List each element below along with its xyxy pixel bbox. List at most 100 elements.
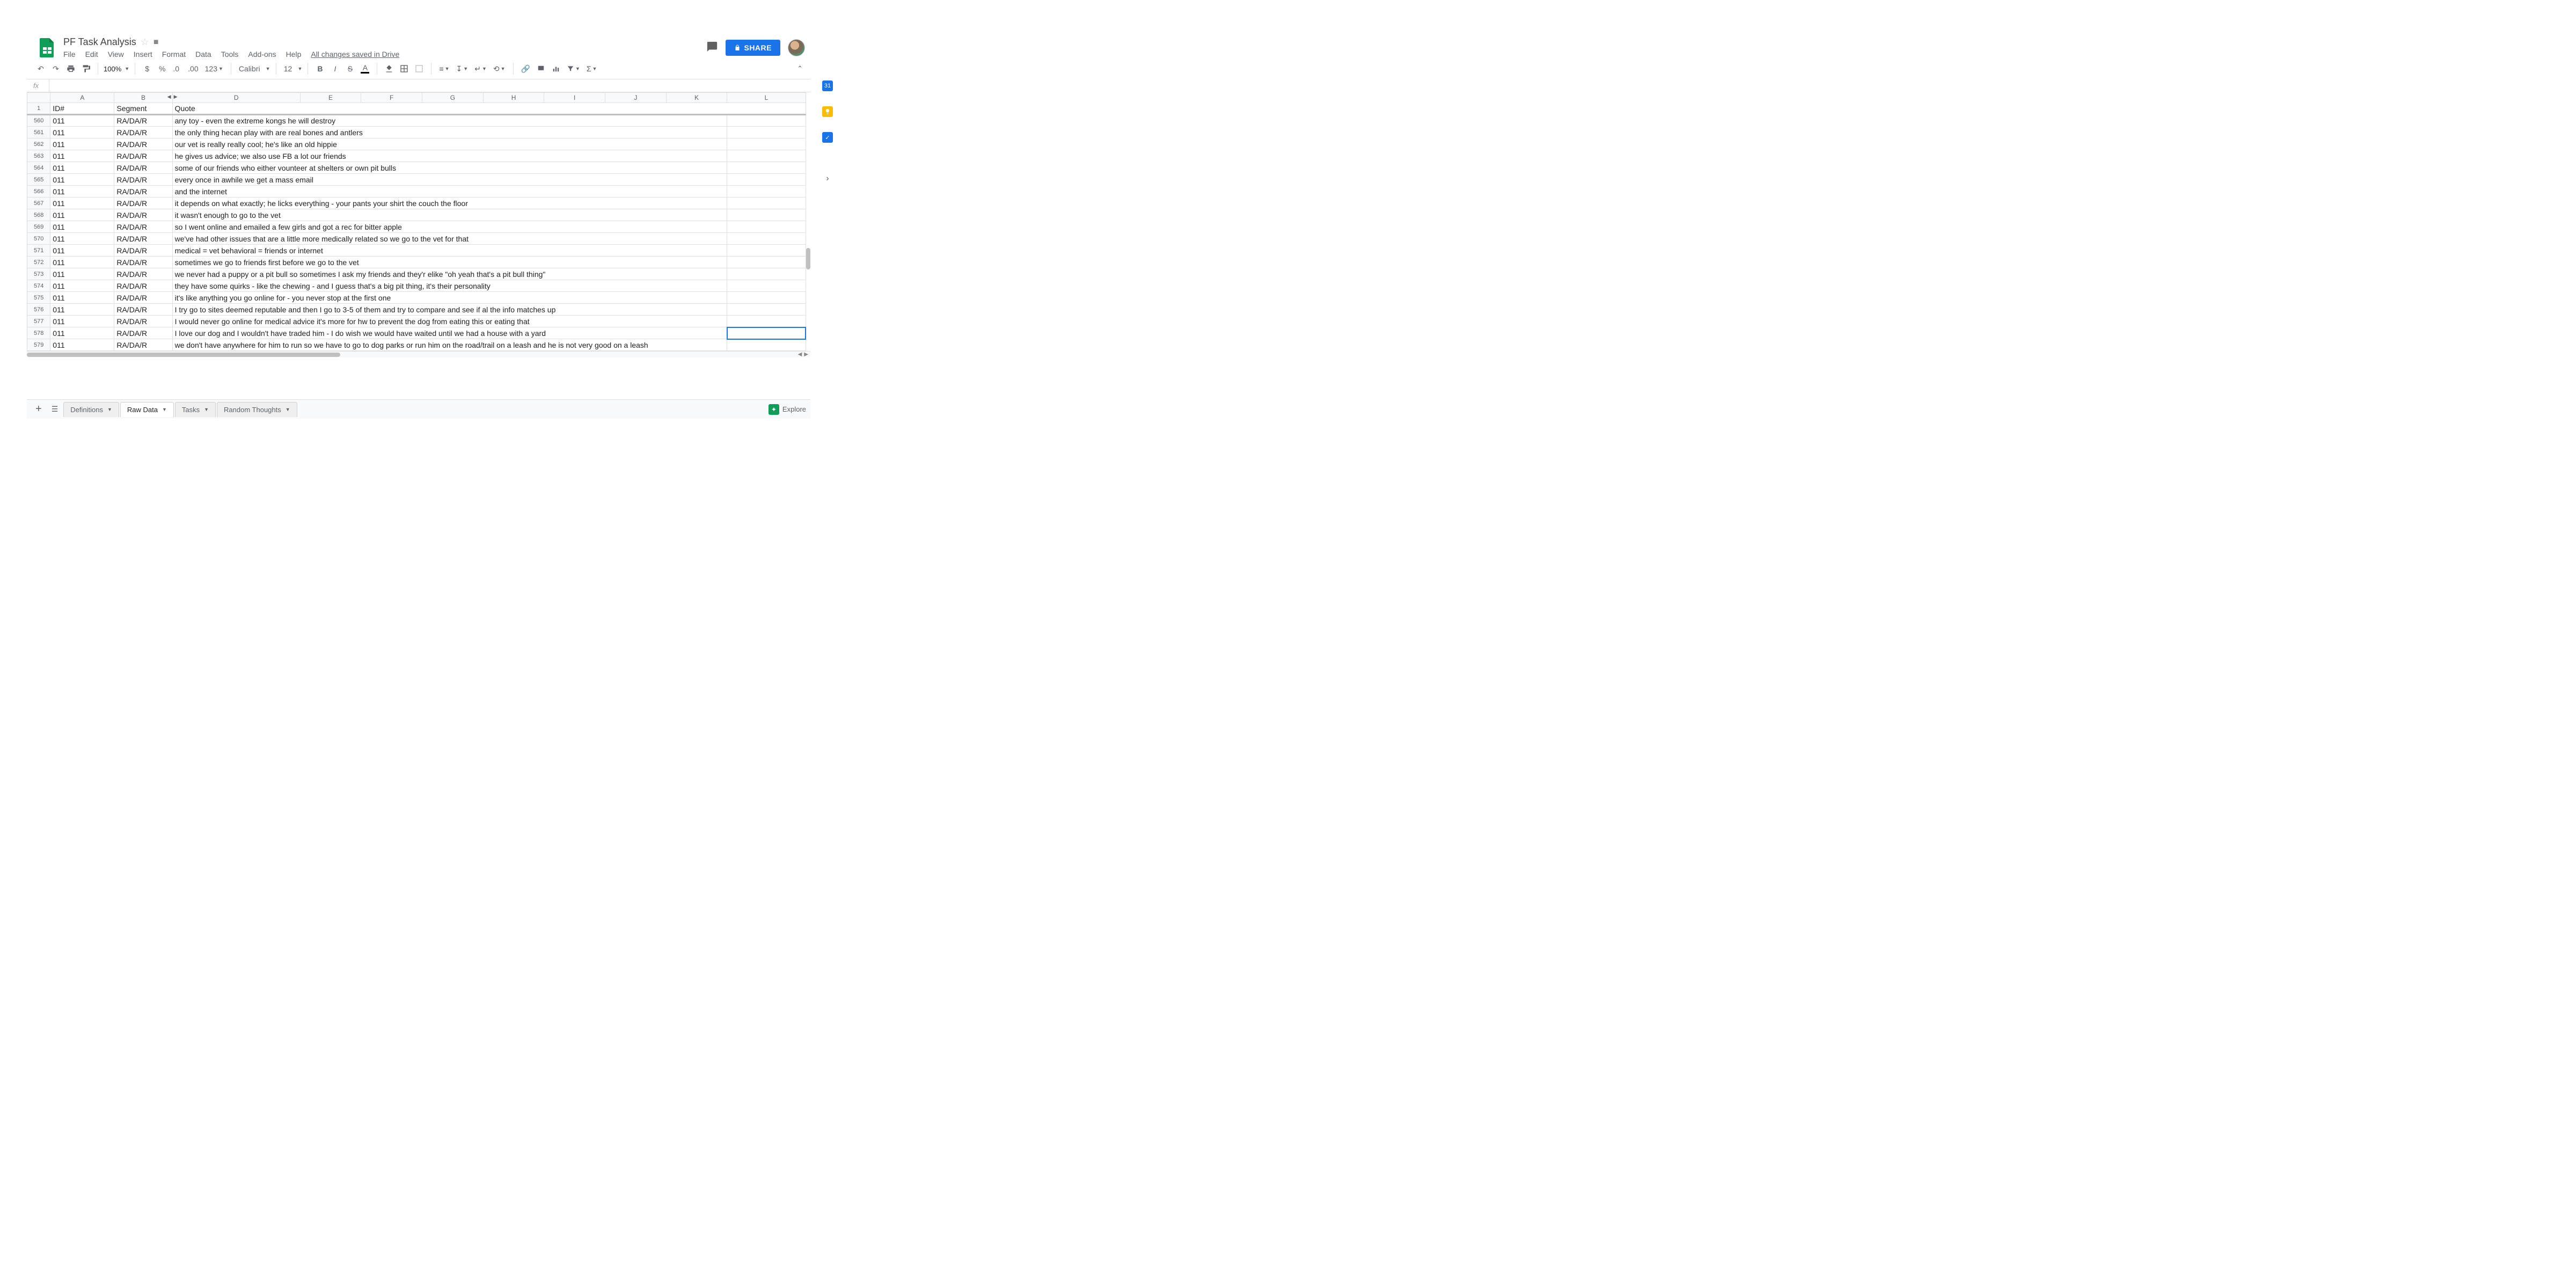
explore-button[interactable]: ✦ Explore xyxy=(769,404,806,415)
font-size[interactable]: 12 xyxy=(282,62,295,76)
cell[interactable]: medical = vet behavioral = friends or in… xyxy=(172,245,727,257)
row-header[interactable]: 561 xyxy=(27,127,50,138)
menu-view[interactable]: View xyxy=(108,50,124,58)
cell[interactable]: RA/DA/R xyxy=(114,127,172,138)
row-header[interactable]: 573 xyxy=(27,268,50,280)
add-sheet-button[interactable]: + xyxy=(31,403,46,415)
cell[interactable]: he gives us advice; we also use FB a lot… xyxy=(172,150,727,162)
cell[interactable]: 011 xyxy=(50,327,114,339)
row-header[interactable]: 574 xyxy=(27,280,50,292)
merge-button[interactable] xyxy=(413,62,426,76)
format-currency[interactable]: $ xyxy=(141,62,153,76)
redo-button[interactable]: ↷ xyxy=(49,62,62,76)
row-header[interactable]: 560 xyxy=(27,115,50,127)
cell[interactable] xyxy=(727,327,806,339)
all-sheets-button[interactable]: ☰ xyxy=(47,405,63,414)
cell[interactable] xyxy=(727,174,806,186)
row-header[interactable]: 565 xyxy=(27,174,50,186)
cell[interactable]: 011 xyxy=(50,268,114,280)
cell[interactable] xyxy=(727,150,806,162)
menu-insert[interactable]: Insert xyxy=(134,50,152,58)
cell[interactable]: Quote xyxy=(172,103,806,115)
chart-button[interactable] xyxy=(550,62,562,76)
cell[interactable]: RA/DA/R xyxy=(114,268,172,280)
cell[interactable]: RA/DA/R xyxy=(114,150,172,162)
cell[interactable]: RA/DA/R xyxy=(114,221,172,233)
cell[interactable]: 011 xyxy=(50,221,114,233)
comment-icon[interactable] xyxy=(706,41,718,54)
bold-button[interactable]: B xyxy=(313,62,326,76)
cell[interactable] xyxy=(727,186,806,197)
cell[interactable]: I would never go online for medical advi… xyxy=(172,316,727,327)
cell[interactable] xyxy=(727,115,806,127)
cell[interactable] xyxy=(727,257,806,268)
cell[interactable]: Segment xyxy=(114,103,172,115)
row-header[interactable]: 569 xyxy=(27,221,50,233)
cell[interactable]: 011 xyxy=(50,174,114,186)
cell[interactable]: our vet is really really cool; he's like… xyxy=(172,138,727,150)
col-header-E[interactable]: E xyxy=(300,93,361,103)
row-header[interactable]: 568 xyxy=(27,209,50,221)
cell[interactable]: it's like anything you go online for - y… xyxy=(172,292,727,304)
cell[interactable]: it wasn't enough to go to the vet xyxy=(172,209,727,221)
cell[interactable] xyxy=(727,197,806,209)
col-header-I[interactable]: I xyxy=(544,93,605,103)
cell[interactable]: it depends on what exactly; he licks eve… xyxy=(172,197,727,209)
keep-icon[interactable] xyxy=(822,106,833,117)
cell[interactable]: 011 xyxy=(50,339,114,351)
avatar[interactable] xyxy=(788,39,805,56)
cell[interactable]: I love our dog and I wouldn't have trade… xyxy=(172,327,727,339)
col-header-A[interactable]: A xyxy=(50,93,114,103)
menu-data[interactable]: Data xyxy=(195,50,211,58)
paint-format-button[interactable] xyxy=(79,62,92,76)
cell[interactable]: RA/DA/R xyxy=(114,138,172,150)
cell[interactable]: we never had a puppy or a pit bull so so… xyxy=(172,268,727,280)
cell[interactable]: 011 xyxy=(50,257,114,268)
strike-button[interactable]: S xyxy=(343,62,356,76)
fill-color-button[interactable] xyxy=(383,62,396,76)
cell[interactable] xyxy=(727,304,806,316)
sheets-logo[interactable] xyxy=(36,37,58,58)
row-header[interactable]: 572 xyxy=(27,257,50,268)
row-header[interactable]: 578 xyxy=(27,327,50,339)
cell[interactable]: RA/DA/R xyxy=(114,162,172,174)
cell[interactable]: RA/DA/R xyxy=(114,245,172,257)
more-formats[interactable]: 123 ▼ xyxy=(203,62,225,76)
row-header[interactable]: 567 xyxy=(27,197,50,209)
cell[interactable]: sometimes we go to friends first before … xyxy=(172,257,727,268)
cell[interactable]: RA/DA/R xyxy=(114,292,172,304)
functions-button[interactable]: Σ ▼ xyxy=(584,62,599,76)
tab-definitions[interactable]: Definitions▼ xyxy=(63,402,119,417)
cell[interactable] xyxy=(727,268,806,280)
cell[interactable]: 011 xyxy=(50,186,114,197)
cell[interactable] xyxy=(727,316,806,327)
rotate-button[interactable]: ⟲ ▼ xyxy=(491,62,508,76)
tab-raw-data[interactable]: Raw Data▼ xyxy=(120,402,174,417)
cell[interactable]: 011 xyxy=(50,292,114,304)
row-header[interactable]: 575 xyxy=(27,292,50,304)
borders-button[interactable] xyxy=(398,62,411,76)
cell[interactable] xyxy=(727,339,806,351)
italic-button[interactable]: I xyxy=(328,62,341,76)
cell[interactable]: we've had other issues that are a little… xyxy=(172,233,727,245)
cell[interactable]: RA/DA/R xyxy=(114,327,172,339)
cell[interactable]: 011 xyxy=(50,127,114,138)
cell[interactable]: the only thing hecan play with are real … xyxy=(172,127,727,138)
horizontal-scrollbar[interactable]: ◀▶ xyxy=(27,351,810,357)
menu-edit[interactable]: Edit xyxy=(85,50,98,58)
sidepanel-expand[interactable]: › xyxy=(826,174,829,184)
cell[interactable]: RA/DA/R xyxy=(114,304,172,316)
cell[interactable]: RA/DA/R xyxy=(114,209,172,221)
cell[interactable]: and the internet xyxy=(172,186,727,197)
row-header[interactable]: 577 xyxy=(27,316,50,327)
cell[interactable]: ID# xyxy=(50,103,114,115)
cell[interactable]: 011 xyxy=(50,138,114,150)
tab-random-thoughts[interactable]: Random Thoughts▼ xyxy=(217,402,297,417)
col-header-B[interactable]: B◀ xyxy=(114,93,172,103)
cell[interactable] xyxy=(727,280,806,292)
row-header[interactable]: 576 xyxy=(27,304,50,316)
cell[interactable]: 011 xyxy=(50,115,114,127)
col-header-H[interactable]: H xyxy=(483,93,544,103)
col-header-F[interactable]: F xyxy=(361,93,422,103)
cell[interactable]: we don't have anywhere for him to run so… xyxy=(172,339,727,351)
